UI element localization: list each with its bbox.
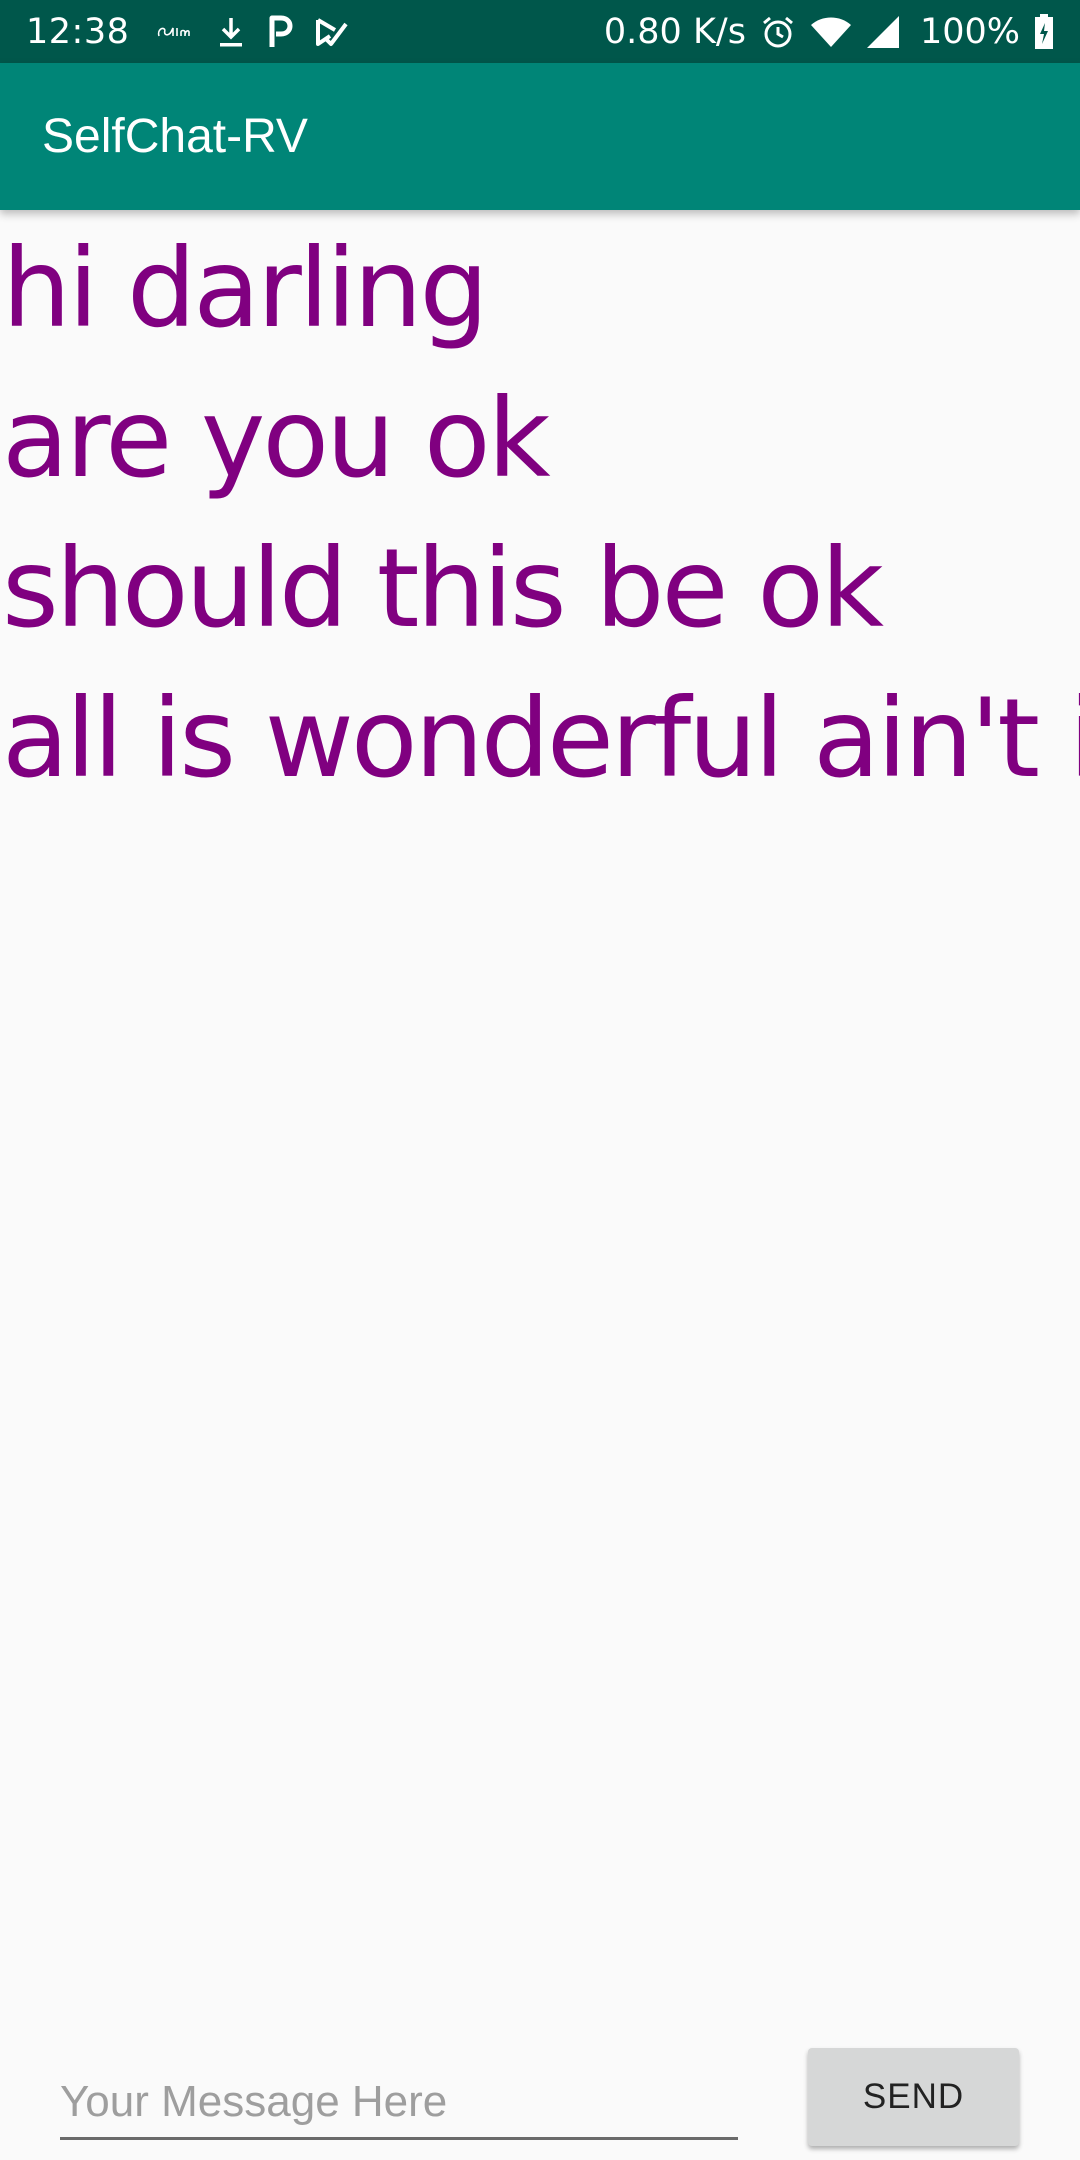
message-item: should this be ok [2, 525, 884, 652]
wifi-icon [810, 16, 852, 48]
status-bar-left: 12:38 [26, 0, 604, 63]
status-bar: 12:38 0.80 K/s 100% [0, 0, 1080, 63]
status-bar-right: 0.80 K/s 100% [604, 0, 1054, 63]
message-list[interactable]: hi darling are you ok should this be ok … [0, 210, 1080, 814]
app-title: SelfChat-RV [42, 110, 308, 163]
alarm-icon [760, 14, 796, 50]
app-bar: SelfChat-RV [0, 63, 1080, 210]
play-store-icon [315, 16, 349, 48]
message-input[interactable] [60, 2066, 738, 2140]
calm-icon [155, 20, 195, 44]
parking-icon [267, 15, 293, 49]
status-time: 12:38 [26, 11, 130, 52]
send-button[interactable]: SEND [808, 2048, 1019, 2146]
network-speed: 0.80 K/s [603, 11, 746, 52]
message-item: are you ok [2, 375, 551, 502]
message-item: hi darling [2, 225, 489, 352]
signal-icon [866, 15, 900, 49]
battery-level: 100% [919, 11, 1020, 52]
battery-icon [1034, 13, 1054, 50]
download-icon [217, 15, 245, 49]
message-item: all is wonderful ain't it [2, 675, 1080, 802]
message-composer: SEND [0, 2040, 1080, 2160]
